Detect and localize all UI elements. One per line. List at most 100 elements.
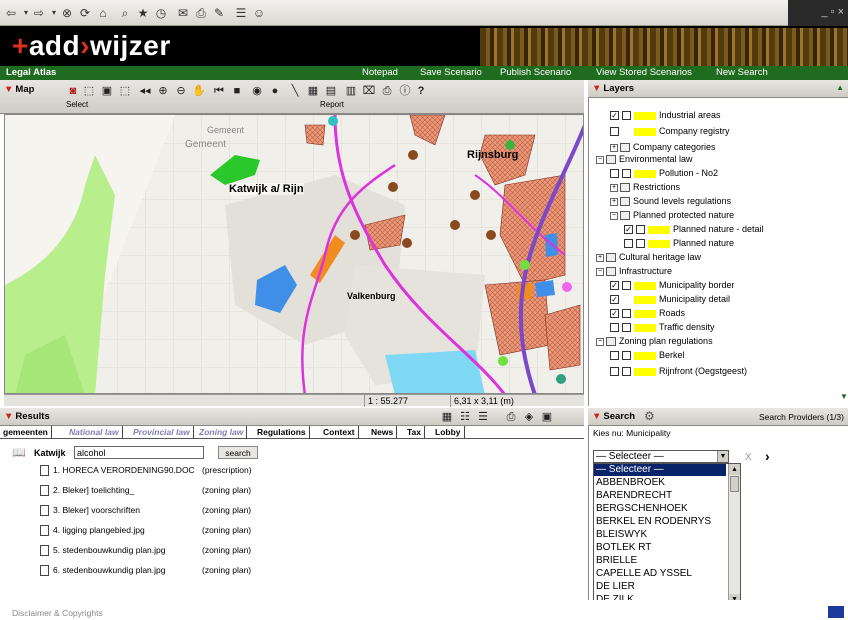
query-input[interactable] [74, 446, 204, 459]
municipality-dropdown-list[interactable]: — Selecteer — ABBENBROEK BARENDRECHT BER… [593, 463, 741, 607]
stop-square-icon[interactable]: ■ [230, 84, 244, 98]
municipality-select[interactable]: — Selecteer — ▼ [593, 450, 729, 463]
dropdown-option[interactable]: BARENDRECHT [594, 490, 726, 502]
layer-row[interactable]: Rijnfront (Oegstgeest) [610, 364, 747, 378]
help-icon[interactable]: ? [414, 84, 428, 98]
layer-row[interactable]: Pollution - No2 [610, 166, 718, 180]
select-rect-icon[interactable]: ⬚ [82, 84, 96, 98]
expand-icon[interactable]: + [610, 143, 618, 152]
nav-view-stored-scenarios[interactable]: View Stored Scenarios [596, 67, 692, 79]
layer-visibility-checkbox[interactable] [622, 323, 631, 333]
layer-group[interactable]: + Restrictions [610, 180, 680, 194]
layer-group[interactable]: − Environmental law [596, 152, 693, 166]
messenger-icon[interactable]: ☺ [252, 5, 266, 21]
layer-group[interactable]: − Zoning plan regulations [596, 334, 713, 348]
dropdown-option[interactable]: BERGSCHENHOEK [594, 503, 726, 515]
point-icon[interactable]: ● [268, 84, 282, 98]
print-map-icon[interactable]: ⎙ [380, 84, 394, 98]
expand-icon[interactable]: + [596, 253, 604, 262]
layer-visibility-checkbox[interactable] [636, 225, 645, 235]
tab-lobby[interactable]: Lobby [432, 426, 465, 439]
clear-button[interactable]: X [745, 452, 752, 463]
layer-group[interactable]: − Infrastructure [596, 264, 672, 278]
tab-context[interactable]: Context [320, 426, 359, 439]
collapse-icon[interactable]: − [596, 267, 604, 276]
chevron-down-icon[interactable]: ▼ [717, 451, 728, 462]
layer-row[interactable]: Planned nature [624, 236, 734, 250]
identify-icon[interactable]: ◉ [250, 84, 264, 98]
layer-checkbox[interactable]: ✓ [610, 309, 619, 319]
dropdown-option[interactable]: BERKEL EN RODENRYS [594, 516, 726, 528]
dropdown-option[interactable]: — Selecteer — [594, 464, 726, 476]
nav-new-search[interactable]: New Search [716, 67, 768, 79]
expand-icon[interactable]: + [610, 183, 618, 192]
layer-row[interactable]: ✓ Municipality border [610, 278, 735, 292]
layer-visibility-checkbox[interactable] [622, 111, 631, 121]
back-icon[interactable]: ⇦ [4, 5, 18, 21]
collapse-icon[interactable]: − [610, 211, 618, 220]
tab-zoning-law[interactable]: Zoning law [196, 426, 248, 439]
layer-row[interactable]: Company registry [610, 124, 730, 138]
stop-icon[interactable]: ⊗ [60, 5, 74, 21]
results-detail-icon[interactable]: ☰ [476, 410, 490, 424]
collapse-icon[interactable]: − [596, 155, 604, 164]
first-extent-icon[interactable]: ⏮ [212, 84, 226, 98]
layer-checkbox[interactable]: ✓ [624, 225, 633, 235]
results-save-icon[interactable]: ▣ [540, 410, 554, 424]
disclaimer-link[interactable]: Disclaimer & Copyrights [12, 608, 103, 618]
dropdown-option[interactable]: BLEISWYK [594, 529, 726, 541]
logo[interactable]: +add›wijzer [12, 30, 171, 62]
measure-icon[interactable]: ╲ [288, 84, 302, 98]
layer-checkbox[interactable] [610, 169, 619, 179]
home-icon[interactable]: ⌂ [96, 5, 110, 21]
expand-icon[interactable]: + [610, 197, 618, 206]
collapse-icon[interactable]: − [596, 337, 604, 346]
layer-checkbox[interactable] [610, 323, 619, 333]
layer-group[interactable]: − Planned protected nature [610, 208, 734, 222]
results-grid-icon[interactable]: ▦ [440, 410, 454, 424]
zoom-in-icon[interactable]: ⊕ [156, 84, 170, 98]
layer-group[interactable]: + Cultural heritage law [596, 250, 701, 264]
collapse-triangle-icon[interactable]: ▼ [4, 84, 13, 95]
tab-gemeenten[interactable]: gemeenten [0, 426, 52, 439]
layer-checkbox[interactable] [610, 351, 619, 361]
layer-row[interactable]: Berkel [610, 348, 685, 362]
history-icon[interactable]: ◷ [154, 5, 168, 21]
results-export-icon[interactable]: ◈ [522, 410, 536, 424]
search-button[interactable]: search [218, 446, 258, 459]
results-print-icon[interactable]: ⎙ [504, 410, 518, 424]
dropdown-option[interactable]: ABBENBROEK [594, 477, 726, 489]
window-controls[interactable]: _ ▫ × [788, 0, 848, 26]
rewind-icon[interactable]: ◂◂ [138, 84, 152, 98]
table-icon[interactable]: ▥ [344, 84, 358, 98]
collapse-triangle-icon[interactable]: ▼ [592, 411, 601, 422]
dropdown-option[interactable]: CAPELLE AD YSSEL [594, 568, 726, 580]
list-item[interactable]: 1. HORECA VERORDENING90.DOC [40, 464, 195, 477]
tab-news[interactable]: News [368, 426, 398, 439]
scroll-up-icon[interactable]: ▲ [729, 464, 740, 475]
layer-row[interactable]: ✓ Industrial areas [610, 108, 721, 122]
back-dropdown-icon[interactable]: ▾ [22, 5, 30, 21]
forward-dropdown-icon[interactable]: ▾ [50, 5, 58, 21]
print-icon[interactable]: ⎙ [194, 5, 208, 21]
dropdown-scrollbar[interactable]: ▲ ▼ [728, 464, 740, 606]
nav-save-scenario[interactable]: Save Scenario [420, 67, 482, 79]
grid-icon[interactable]: ▦ [306, 84, 320, 98]
scroll-up-icon[interactable]: ▲ [836, 83, 844, 92]
search-icon[interactable]: ⌕ [118, 5, 132, 21]
layer-row[interactable]: ✓ Municipality detail [610, 292, 730, 306]
layer-row[interactable]: Traffic density [610, 320, 715, 334]
select-tool-icon[interactable]: ◙ [66, 84, 80, 98]
collapse-triangle-icon[interactable]: ▼ [592, 83, 601, 94]
scroll-down-icon[interactable]: ▼ [840, 392, 848, 401]
layer-checkbox[interactable] [624, 239, 633, 249]
scrollbar-thumb[interactable] [730, 476, 739, 492]
layer-checkbox[interactable]: ✓ [610, 281, 619, 291]
layer-visibility-checkbox[interactable] [622, 367, 631, 377]
layer-row[interactable]: ✓ Planned nature - detail [624, 222, 764, 236]
favorites-icon[interactable]: ★ [136, 5, 150, 21]
pan-hand-icon[interactable]: ✋ [192, 84, 206, 98]
legend-icon[interactable]: ⌧ [362, 84, 376, 98]
tab-provincial-law[interactable]: Provincial law [130, 426, 194, 439]
layer-checkbox[interactable] [610, 127, 619, 137]
